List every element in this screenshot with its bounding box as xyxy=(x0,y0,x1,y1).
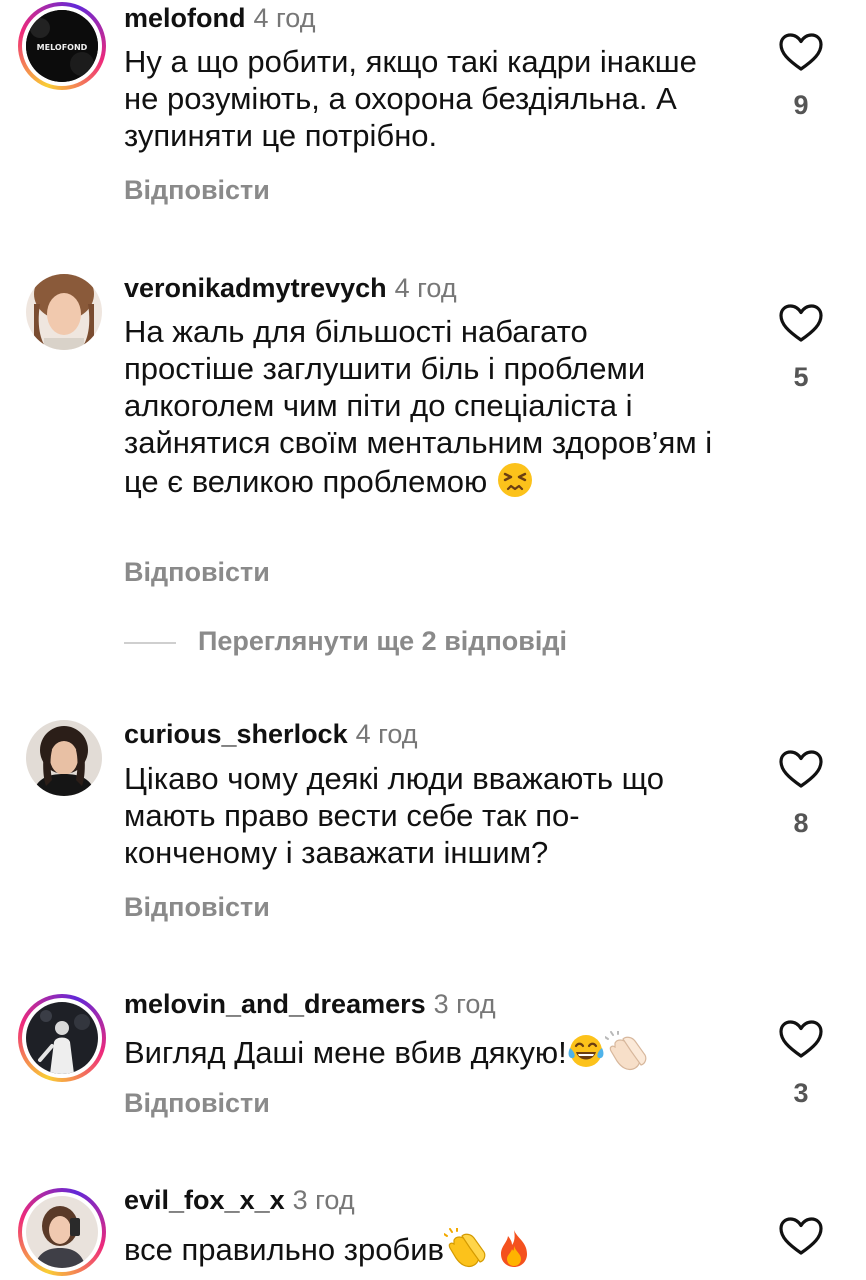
username[interactable]: veronikadmytrevych xyxy=(124,273,387,303)
username[interactable]: melovin_and_dreamers xyxy=(124,989,426,1019)
like-heart-icon[interactable] xyxy=(778,749,824,789)
like-count: 8 xyxy=(793,808,809,838)
like-count: 9 xyxy=(793,90,809,120)
like-heart-icon[interactable] xyxy=(778,1216,824,1256)
reply-button[interactable]: Відповісти xyxy=(124,892,270,923)
fire-emoji-icon xyxy=(497,1228,531,1276)
comment-time: 3 год xyxy=(292,1185,355,1215)
reply-button[interactable]: Відповісти xyxy=(124,1088,270,1119)
avatar[interactable] xyxy=(18,994,106,1082)
melofond-logo: MELOFOND xyxy=(26,10,98,82)
comment-text-body: Вигляд Даші мене вбив дякую! xyxy=(124,1035,567,1071)
comment-text: Вигляд Даші мене вбив дякую! xyxy=(124,1030,744,1079)
comment-time: 4 год xyxy=(394,273,457,303)
comment-text: Ну а що робити, якщо такі кадри інакше н… xyxy=(124,44,697,153)
comment-time: 3 год xyxy=(433,989,496,1019)
username[interactable]: melofond xyxy=(124,3,246,33)
comment-text-body: На жаль для більшості набагато простіше … xyxy=(124,314,713,500)
svg-text:MELOFOND: MELOFOND xyxy=(37,43,88,52)
clapping-hands-emoji-icon xyxy=(442,1227,488,1276)
comment-meta: melofond 4 год xyxy=(124,2,315,34)
like-heart-icon[interactable] xyxy=(778,1019,824,1059)
like-heart-icon[interactable] xyxy=(778,303,824,343)
comment-text: На жаль для більшості набагато простіше … xyxy=(124,313,714,507)
username[interactable]: evil_fox_x_x xyxy=(124,1185,285,1215)
like-heart-icon[interactable] xyxy=(778,32,824,72)
avatar[interactable]: MELOFOND xyxy=(18,2,106,90)
comment-meta: curious_sherlock 4 год xyxy=(124,718,418,750)
comment-text: Цікаво чому деякі люди вважають що мають… xyxy=(124,761,665,870)
like-count: 3 xyxy=(793,1078,809,1108)
reply-button[interactable]: Відповісти xyxy=(124,557,270,588)
comment-text-body: все правильно зробив xyxy=(124,1232,444,1268)
like-count: 5 xyxy=(793,362,809,392)
tears-of-joy-emoji-icon xyxy=(567,1032,605,1078)
comment-time: 4 год xyxy=(355,719,418,749)
comment-text: все правильно зробив xyxy=(124,1227,744,1276)
persevering-face-emoji-icon xyxy=(496,461,534,507)
avatar[interactable] xyxy=(18,1188,106,1276)
username[interactable]: curious_sherlock xyxy=(124,719,348,749)
avatar[interactable] xyxy=(26,274,102,350)
comment-meta: veronikadmytrevych 4 год xyxy=(124,272,457,304)
comment-meta: evil_fox_x_x 3 год xyxy=(124,1184,355,1216)
view-more-replies-label: Переглянути ще 2 відповіді xyxy=(198,626,567,656)
comment-time: 4 год xyxy=(253,3,316,33)
clapping-hands-emoji-icon xyxy=(603,1030,649,1079)
avatar[interactable] xyxy=(26,720,102,796)
reply-button[interactable]: Відповісти xyxy=(124,175,270,206)
replies-divider xyxy=(124,642,176,644)
comment-meta: melovin_and_dreamers 3 год xyxy=(124,988,496,1020)
